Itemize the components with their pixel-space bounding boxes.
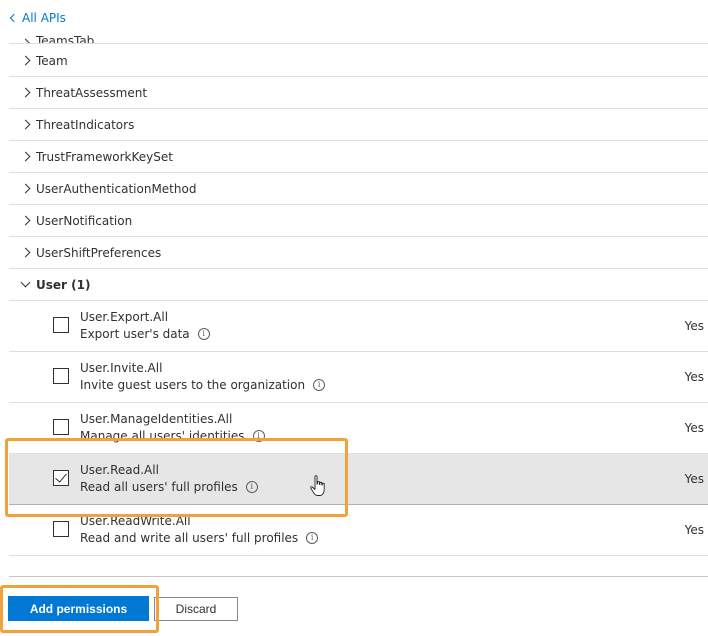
chevron-right-icon	[20, 247, 31, 258]
group-label: TrustFrameworkKeySet	[36, 149, 173, 164]
group-label: UserAuthenticationMethod	[36, 181, 197, 196]
chevron-right-icon	[20, 119, 31, 130]
permission-name: User.Read.All	[80, 463, 159, 477]
group-label: ThreatAssessment	[36, 85, 148, 100]
group-row-threatindicators[interactable]: ThreatIndicators	[9, 109, 708, 141]
admin-consent-value: Yes	[684, 472, 704, 486]
group-label: UserNotification	[36, 213, 133, 228]
permission-description-text: Manage all users' identities	[80, 429, 245, 443]
group-label: UserShiftPreferences	[36, 245, 162, 260]
group-label: TeamsTab	[36, 34, 95, 44]
chevron-right-icon	[20, 183, 31, 194]
discard-button[interactable]: Discard	[154, 597, 238, 621]
permission-checkbox[interactable]	[53, 521, 69, 537]
permission-checkbox[interactable]	[53, 368, 69, 384]
chevron-left-icon	[9, 13, 19, 23]
group-label: User (1)	[36, 277, 91, 292]
group-row-threatassessment[interactable]: ThreatAssessment	[9, 77, 708, 109]
chevron-right-icon	[20, 38, 31, 43]
permission-checkbox[interactable]	[53, 317, 69, 333]
permission-description: Invite guest users to the organization i	[80, 378, 326, 392]
all-apis-link[interactable]: All APIs	[9, 9, 66, 27]
chevron-right-icon	[20, 151, 31, 162]
permission-row-user-readwrite-all[interactable]: User.ReadWrite.All Read and write all us…	[9, 505, 708, 556]
info-icon[interactable]: i	[252, 430, 265, 442]
permission-description-text: Export user's data	[80, 327, 190, 341]
group-row-userauthenticationmethod[interactable]: UserAuthenticationMethod	[9, 173, 708, 205]
group-label: Team	[36, 53, 68, 68]
group-row-user[interactable]: User (1)	[9, 269, 708, 301]
permission-description-text: Invite guest users to the organization	[80, 378, 306, 392]
permission-description: Export user's data i	[80, 327, 210, 341]
info-icon[interactable]: i	[197, 328, 210, 340]
info-icon[interactable]: i	[245, 481, 258, 493]
admin-consent-value: Yes	[684, 523, 704, 537]
admin-consent-value: Yes	[684, 421, 704, 435]
checkmark-icon	[55, 470, 67, 483]
hand-cursor-icon	[310, 475, 325, 496]
chevron-down-icon	[20, 277, 31, 288]
permission-checkbox[interactable]	[53, 419, 69, 435]
permission-row-user-invite-all[interactable]: User.Invite.All Invite guest users to th…	[9, 352, 708, 403]
permission-description: Read all users' full profiles i	[80, 480, 258, 494]
group-row-usershiftpreferences[interactable]: UserShiftPreferences	[9, 237, 708, 269]
all-apis-label: All APIs	[22, 11, 66, 25]
group-label: ThreatIndicators	[36, 117, 135, 132]
group-row-usernotification[interactable]: UserNotification	[9, 205, 708, 237]
info-icon[interactable]: i	[313, 379, 326, 391]
add-permissions-button[interactable]: Add permissions	[8, 596, 149, 621]
group-row-team[interactable]: Team	[9, 45, 708, 77]
permission-name: User.Invite.All	[80, 361, 163, 375]
chevron-right-icon	[20, 55, 31, 66]
admin-consent-value: Yes	[684, 370, 704, 384]
permission-name: User.ManageIdentities.All	[80, 412, 233, 426]
permission-description: Read and write all users' full profiles …	[80, 531, 319, 545]
chevron-right-icon	[20, 87, 31, 98]
permission-checkbox-checked[interactable]	[53, 470, 69, 486]
admin-consent-value: Yes	[684, 319, 704, 333]
group-row-teamstab[interactable]: TeamsTab	[9, 32, 708, 44]
group-row-trustframeworkkeyset[interactable]: TrustFrameworkKeySet	[9, 141, 708, 173]
permission-row-user-manageidentities-all[interactable]: User.ManageIdentities.All Manage all use…	[9, 403, 708, 454]
permission-description: Manage all users' identities i	[80, 429, 265, 443]
chevron-right-icon	[20, 215, 31, 226]
permission-description-text: Read and write all users' full profiles	[80, 531, 299, 545]
permission-description-text: Read all users' full profiles	[80, 480, 238, 494]
info-icon[interactable]: i	[306, 532, 319, 544]
permission-row-user-read-all[interactable]: User.Read.All Read all users' full profi…	[9, 454, 708, 505]
permission-name: User.ReadWrite.All	[80, 514, 191, 528]
permission-row-user-export-all[interactable]: User.Export.All Export user's data i Yes	[9, 301, 708, 352]
footer-divider	[9, 576, 708, 577]
permission-name: User.Export.All	[80, 310, 169, 324]
